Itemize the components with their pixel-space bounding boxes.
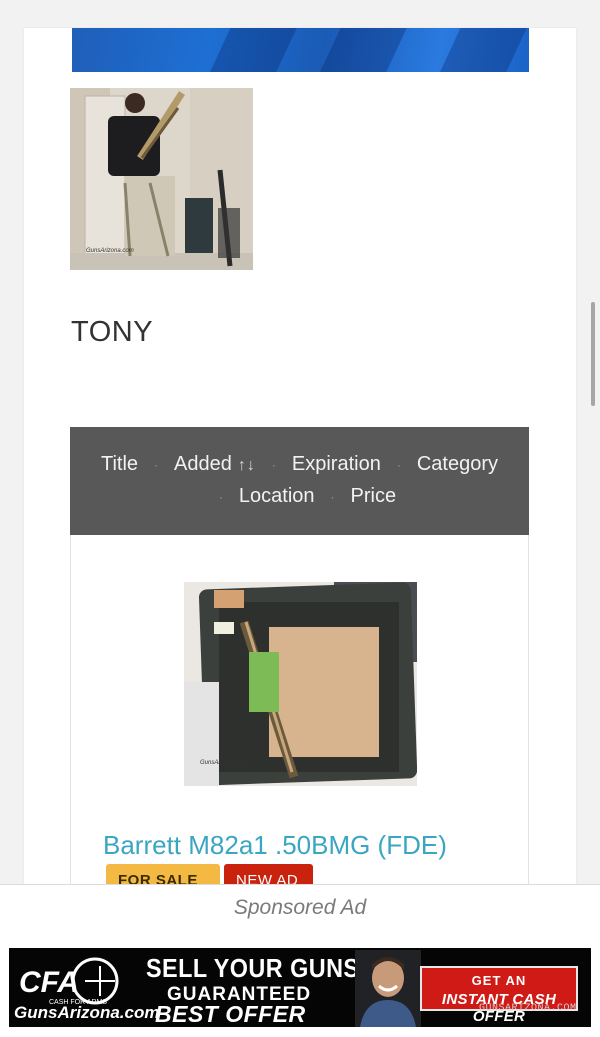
sort-category[interactable]: Category	[417, 453, 498, 476]
sort-expiration[interactable]: Expiration	[292, 453, 381, 476]
listing-photo[interactable]: GunsArizona.com	[184, 582, 417, 786]
sort-price[interactable]: Price	[351, 485, 397, 508]
sort-separator: ·	[154, 457, 159, 472]
listing-photo-image	[184, 582, 417, 786]
sponsored-ad-label: Sponsored Ad	[233, 896, 367, 919]
scrollbar-thumb[interactable]	[591, 302, 595, 406]
sort-separator: ·	[271, 457, 276, 472]
sort-bar: Title · Added ↑↓ · Expiration · Category …	[70, 427, 529, 535]
sort-row-2: · Location · Price	[70, 485, 529, 508]
sort-added[interactable]: Added ↑↓	[174, 453, 256, 476]
listing-title-link[interactable]: Barrett M82a1 .50BMG (FDE)	[103, 830, 447, 861]
ad-tagline: BEST OFFER	[155, 1001, 306, 1027]
photo-watermark: GunsArizona.com	[86, 248, 134, 254]
svg-text:CFA: CFA	[19, 966, 79, 999]
sort-added-label: Added	[174, 453, 232, 475]
sort-row-1: Title · Added ↑↓ · Expiration · Category	[70, 453, 529, 476]
sort-separator: ·	[396, 457, 401, 472]
sort-direction-icon: ↑↓	[237, 457, 256, 474]
sort-location[interactable]: Location	[239, 485, 315, 508]
photo-watermark: GunsArizona.com	[200, 760, 248, 766]
ad-cta-line1: GET AN	[471, 973, 527, 988]
profile-photo-image	[70, 88, 253, 270]
sort-separator: ·	[330, 489, 335, 504]
ad-headline: SELL YOUR GUNS	[146, 953, 360, 983]
profile-photo[interactable]: GunsArizona.com	[70, 88, 253, 270]
profile-cover-banner	[72, 28, 529, 72]
ad-banner[interactable]: CFA CASH FOR ARMS GunsArizona.com SELL Y…	[9, 948, 591, 1027]
ad-url: GUNSARIZONA.COM	[479, 1003, 577, 1014]
ad-logo-text: GunsArizona.com	[14, 1003, 160, 1022]
owner-name: TONY	[71, 316, 154, 348]
ad-spokesperson-image	[355, 950, 421, 1027]
sort-separator: ·	[218, 489, 223, 504]
sort-title[interactable]: Title	[101, 453, 138, 476]
